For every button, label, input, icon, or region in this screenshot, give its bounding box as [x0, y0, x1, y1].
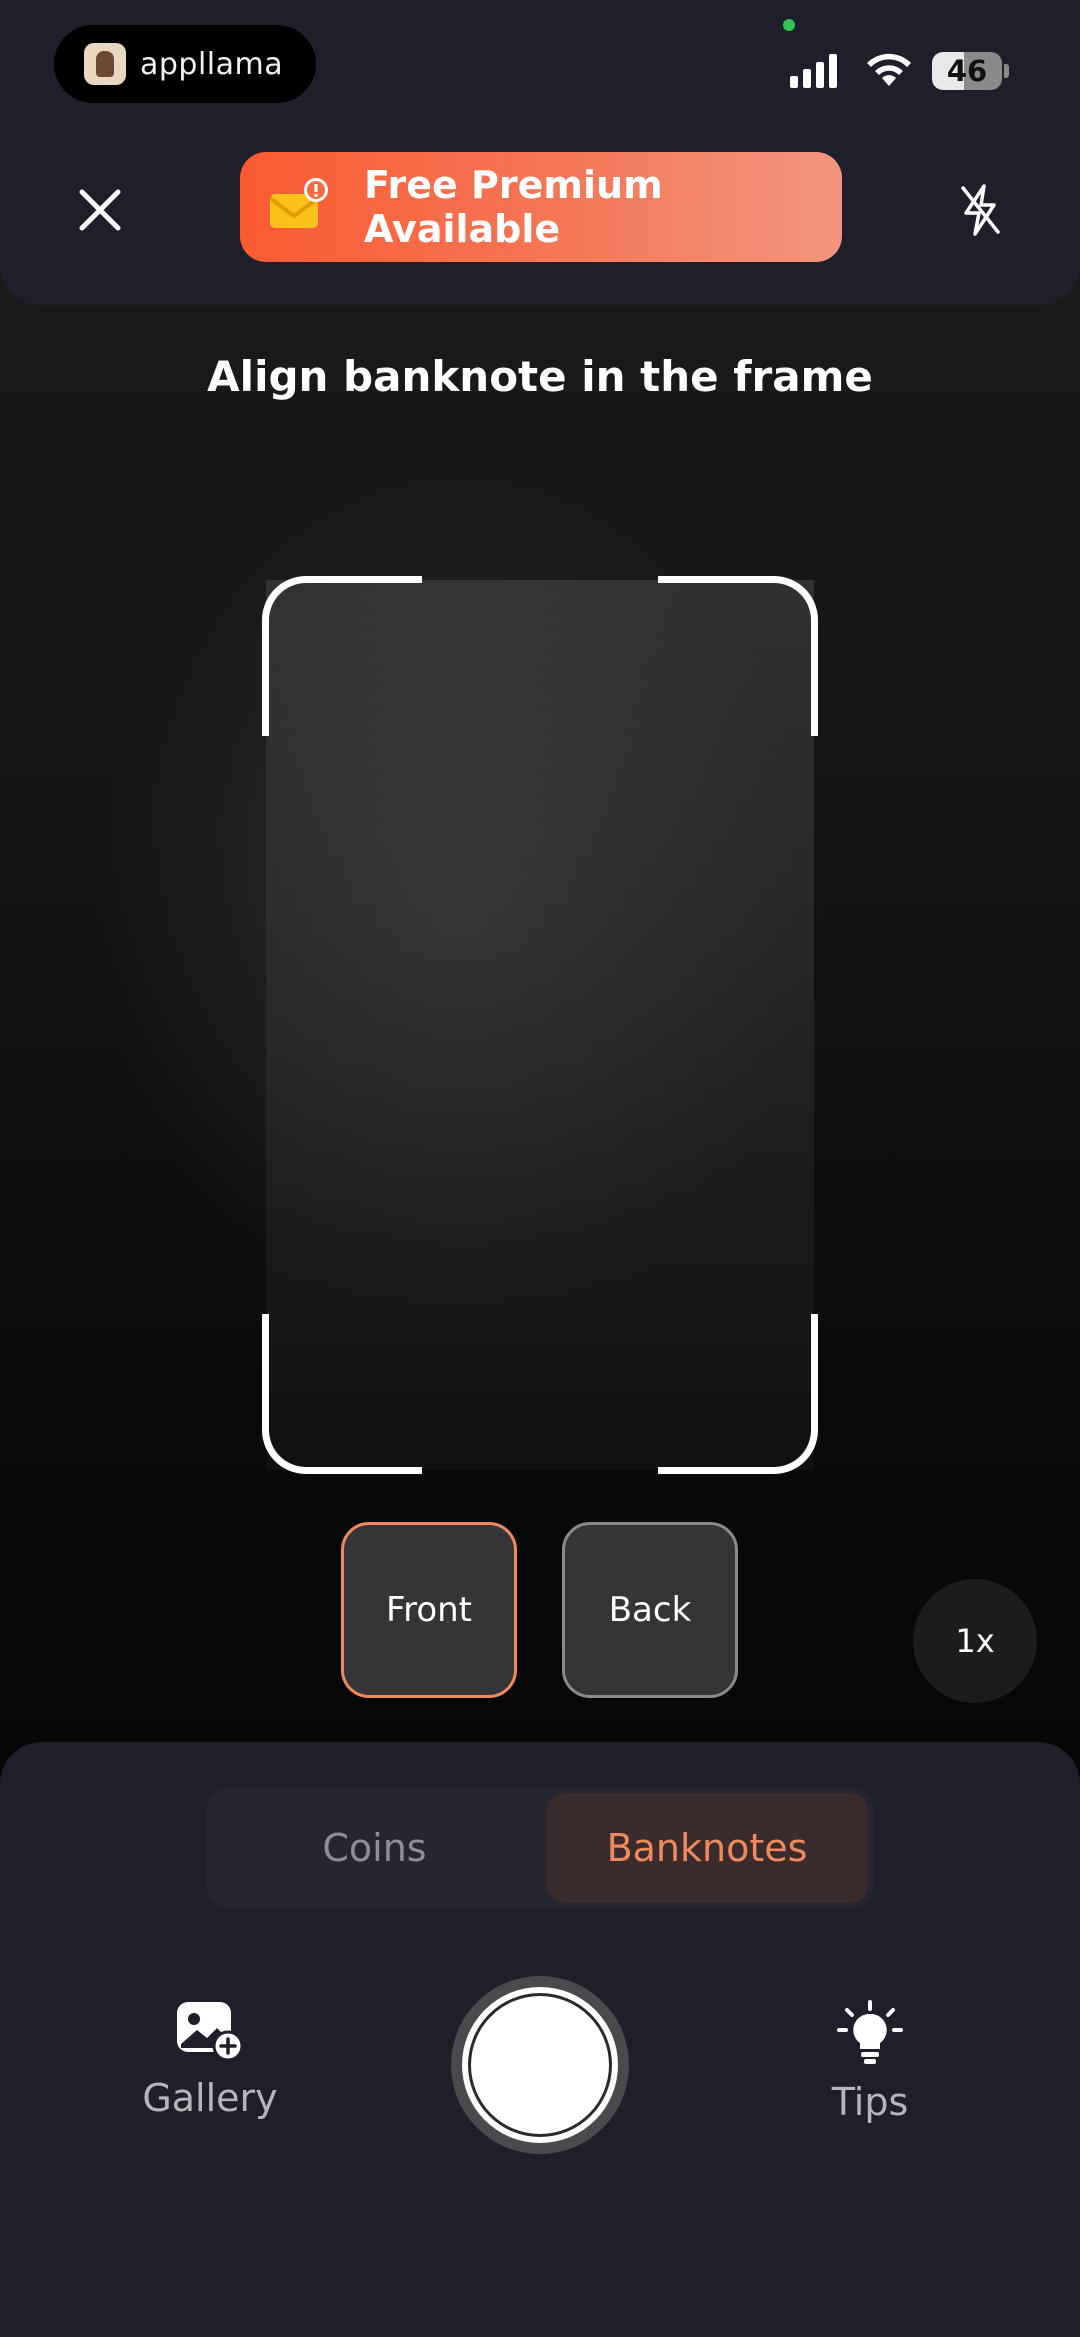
app-indicator-pill[interactable]: appllama — [54, 25, 316, 103]
frame-corner-bottom-left — [262, 1314, 422, 1474]
shutter-button[interactable] — [451, 1976, 629, 2154]
battery-level: 46 — [932, 52, 1002, 90]
flash-off-icon — [961, 184, 1000, 236]
close-button[interactable] — [60, 170, 140, 250]
battery-tip — [1004, 64, 1009, 78]
back-side-label: Back — [608, 1590, 692, 1630]
mail-badge-icon — [266, 172, 336, 242]
back-side-button[interactable]: Back — [562, 1522, 738, 1698]
banknotes-tab-label: Banknotes — [606, 1826, 808, 1870]
shutter-ring — [462, 1987, 618, 2143]
shutter-inner — [471, 1996, 609, 2134]
close-icon — [79, 189, 121, 231]
camera-in-use-indicator — [783, 19, 795, 31]
gallery-label: Gallery — [142, 2076, 278, 2120]
app-logo-icon — [84, 43, 126, 85]
tips-button[interactable]: Tips — [770, 2000, 970, 2160]
coins-tab[interactable]: Coins — [212, 1793, 537, 1903]
align-instruction: Align banknote in the frame — [207, 352, 873, 401]
front-side-label: Front — [386, 1590, 472, 1630]
flash-toggle-button[interactable] — [940, 170, 1020, 250]
cellular-signal-icon — [790, 54, 837, 88]
frame-corner-bottom-right — [658, 1314, 818, 1474]
camera-screen: appllama 46 Free Premium Available Align… — [0, 0, 1080, 2337]
front-side-button[interactable]: Front — [341, 1522, 517, 1698]
gallery-button[interactable]: Gallery — [110, 2000, 310, 2160]
app-name: appllama — [140, 46, 284, 82]
gallery-add-icon — [177, 2002, 244, 2062]
zoom-button[interactable]: 1x — [913, 1579, 1037, 1703]
coins-tab-label: Coins — [322, 1826, 427, 1870]
banknotes-tab[interactable]: Banknotes — [546, 1793, 868, 1903]
wifi-icon — [867, 53, 911, 86]
premium-label: Free Premium Available — [364, 163, 663, 251]
free-premium-button[interactable]: Free Premium Available — [240, 152, 842, 262]
zoom-label: 1x — [955, 1622, 995, 1660]
lightbulb-icon — [837, 2000, 903, 2064]
frame-corner-top-right — [658, 576, 818, 736]
tips-label: Tips — [831, 2080, 909, 2124]
frame-corner-top-left — [262, 576, 422, 736]
